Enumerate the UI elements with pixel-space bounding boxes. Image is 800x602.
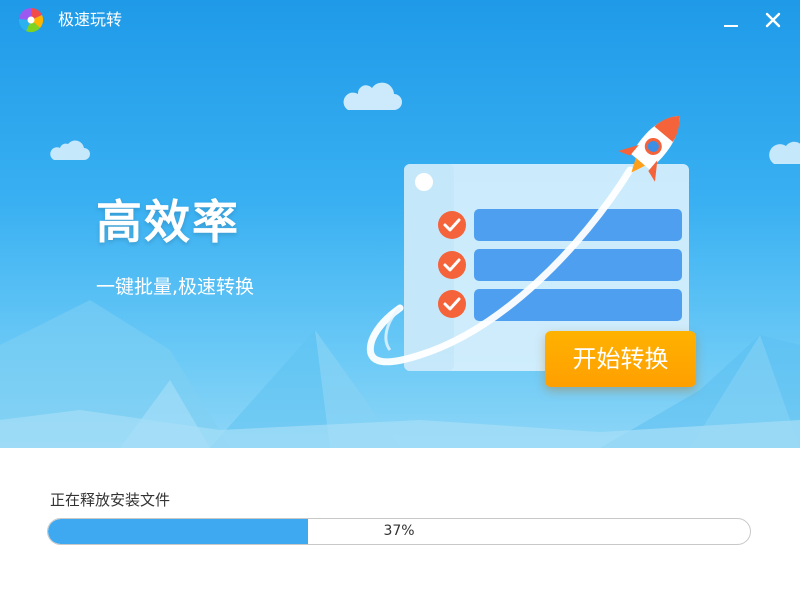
start-convert-button[interactable]: 开始转换	[545, 331, 696, 387]
hero-headline: 高效率	[96, 195, 240, 249]
install-status-text: 正在释放安装文件	[50, 491, 171, 509]
check-circle-icon	[438, 211, 466, 239]
check-circle-icon	[438, 290, 466, 318]
close-icon[interactable]	[761, 8, 785, 32]
title-bar: 极速玩转	[0, 0, 800, 40]
list-row	[438, 209, 682, 241]
cloud-icon	[769, 141, 800, 164]
colorful-wheel-logo	[18, 7, 44, 33]
check-circle-icon	[438, 251, 466, 279]
app-title: 极速玩转	[58, 10, 123, 29]
progress-percent-label: 37%	[383, 523, 415, 539]
list-row	[438, 289, 682, 321]
hero-tagline: 一键批量,极速转换	[96, 276, 255, 298]
minimize-icon[interactable]	[719, 8, 743, 32]
install-progress-bar: 37%	[47, 518, 751, 545]
cloud-icon	[50, 140, 90, 160]
